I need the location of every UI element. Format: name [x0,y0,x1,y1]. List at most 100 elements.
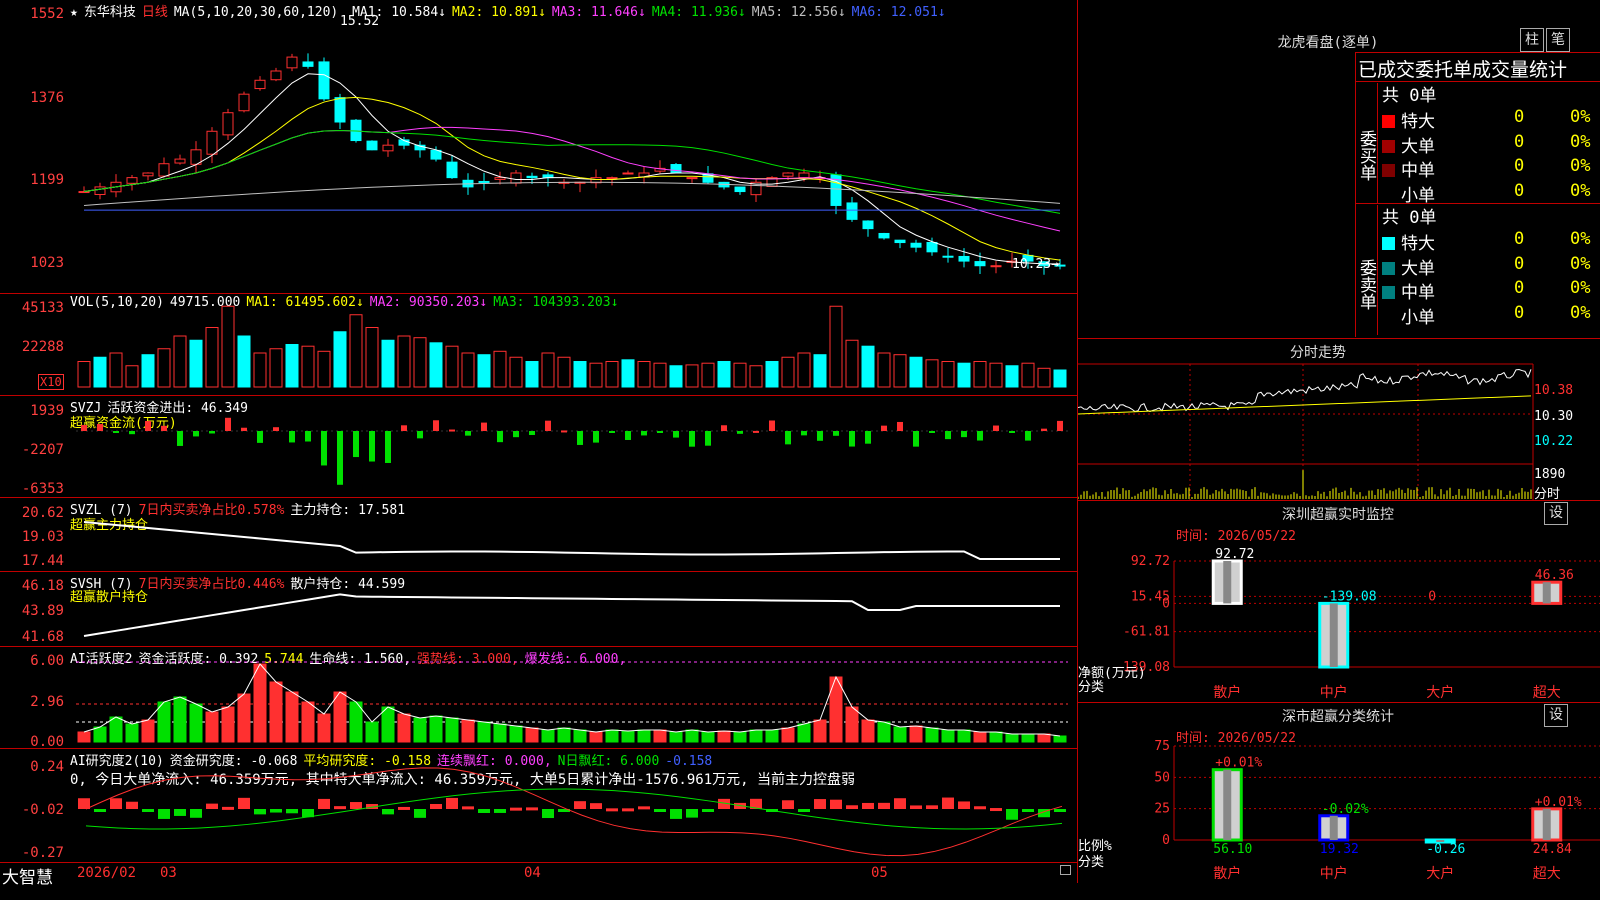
lhb-heading: 已成交委托单成交量统计 [1358,59,1568,81]
research-bar [622,808,634,812]
sz-stats-chart[interactable]: 75 50 25 0 +0.01% 散户 -0.02% 中户 大户 +0.01% 超大 56.10 19… [1078,703,1600,900]
svzj-pane[interactable]: SVZJ 活跃资金进出: 46.349 超赢资金流(万元) 1939 -2207 … [0,396,1077,498]
research-bar [574,801,586,809]
activity-bar [669,731,683,743]
sz-monitor-panel[interactable]: 深圳超赢实时监控 设 时间: 2026/05/22 92.72 15.45 0 -61… [1078,501,1600,703]
sz-stats-panel[interactable]: 深市超赢分类统计 设 时间: 2026/05/22 75 50 25 0 +0.01% 散… [1078,703,1600,900]
activity-bar [1021,733,1035,743]
activity-bar [413,717,427,743]
flow-bar [177,431,183,446]
bar-value-label: -139.08 [1322,589,1377,604]
kline-pane[interactable]: ★ 东华科技 日线 MA(5,10,20,30,60,120) MA1: 10.584… [0,0,1077,294]
research-bar [446,797,458,809]
research-bar [990,808,1002,812]
candlestick-chart[interactable] [0,0,1077,293]
volume-bar [125,365,139,388]
bar-value-label: 92.72 [1215,547,1254,562]
volume-bars[interactable] [0,294,1077,395]
flow-bar [753,430,759,433]
activity-bar [525,727,539,743]
flow-bar [865,431,871,444]
volume-bar [925,359,939,388]
activity-bar [301,701,315,743]
tick-view-button[interactable]: 笔 [1546,28,1570,52]
research-bar [910,805,922,809]
research-bar [526,807,538,811]
column-view-button[interactable]: 柱 [1520,28,1544,52]
volume-bar [845,339,859,388]
candle [958,255,970,262]
ai-activity-bars[interactable] [0,647,1077,748]
svzl-axis-3: 17.44 [21,553,64,569]
activity-bar [477,721,491,743]
order-row-特大: 特大 0 0% [1382,107,1597,132]
candle [862,220,874,230]
research-bar [894,798,906,809]
research-bar [926,805,938,809]
order-type-label: 中单 [1401,283,1435,303]
main-chart-area[interactable]: ★ 东华科技 日线 MA(5,10,20,30,60,120) MA1: 10.584… [0,0,1078,888]
activity-bar [541,729,555,743]
activity-bar [989,731,1003,743]
svsh-pane[interactable]: SVSH (7) 7日内买卖净占比0.446% 散户持仓: 44.599 超赢散户持… [0,572,1077,647]
order-count: 0 [1514,302,1525,323]
intraday-chart[interactable] [1078,339,1600,500]
ai-research-bars[interactable] [0,749,1077,862]
volume-pane[interactable]: VOL(5,10,20) 49715.000 MA1: 61495.602↓ MA2:… [0,294,1077,396]
volume-bar [589,362,603,388]
candle [302,61,314,67]
svzj-bars[interactable] [0,396,1077,497]
flow-bar [785,431,791,445]
ma-line-1 [83,73,1060,265]
volume-bar [637,361,651,388]
intraday-panel[interactable]: 分时走势 10.38 10.30 10.22 1890 分时 [1078,339,1600,502]
volume-bar [397,335,411,388]
volume-bar [765,361,779,388]
intraday-axis-3: 10.22 [1534,434,1574,449]
flow-bar [209,431,215,434]
lock-icon[interactable] [1060,865,1071,875]
research-bar [270,809,282,813]
activity-bar [589,731,603,743]
candle [926,241,938,253]
activity-bar [189,703,203,743]
tick-label: 25 [1154,802,1170,817]
volume-bar [797,352,811,388]
activity-bar [653,729,667,743]
order-row-大单: 大单 0 0% [1382,254,1597,279]
candle [494,177,506,180]
volume-bar [509,356,523,388]
activity-bar [461,719,475,743]
ai-activity-pane[interactable]: AI活跃度2 资金活跃度: 0.392 5.744 生命线: 1.560, 强势线: 3… [0,647,1077,750]
research-bar [782,800,794,809]
volume-bar [525,361,539,388]
flow-bar [481,422,487,431]
activity-bar [749,729,763,743]
activity-bar [941,729,955,743]
category-bar-shade [1542,808,1551,840]
order-count: 0 [1514,156,1525,176]
volume-bar [1037,367,1051,388]
activity-bar [925,727,939,743]
ai-research-pane[interactable]: AI研究度2(10) 资金研究度: -0.068 平均研究度: -0.158 连续飘红… [0,749,1077,863]
category-label: 散户 [1213,865,1241,882]
activity-bar [781,727,795,743]
flow-bar [465,431,471,436]
svsh-line[interactable] [0,572,1077,646]
svzl-pane[interactable]: SVZL (7) 7日内买卖净占比0.578% 主力持仓: 17.581 超赢主力持… [0,498,1077,572]
sz-monitor-chart[interactable]: 92.7215.450-61.81-139.0892.72散户-139.08中户… [1078,501,1600,702]
ma-line-5 [83,181,1061,206]
volume-bar [701,362,715,388]
order-type-label: 大单 [1401,258,1435,279]
color-swatch [1382,189,1395,202]
volume-bar [253,352,267,388]
volume-bar [605,361,619,388]
research-bar [846,805,858,809]
activity-bar [429,715,443,743]
activity-bar [125,723,139,743]
candle [526,175,538,179]
order-percent: 0% [1570,107,1591,127]
research-bar [974,806,986,810]
svzl-line[interactable] [0,498,1077,571]
research-bar [478,809,490,813]
